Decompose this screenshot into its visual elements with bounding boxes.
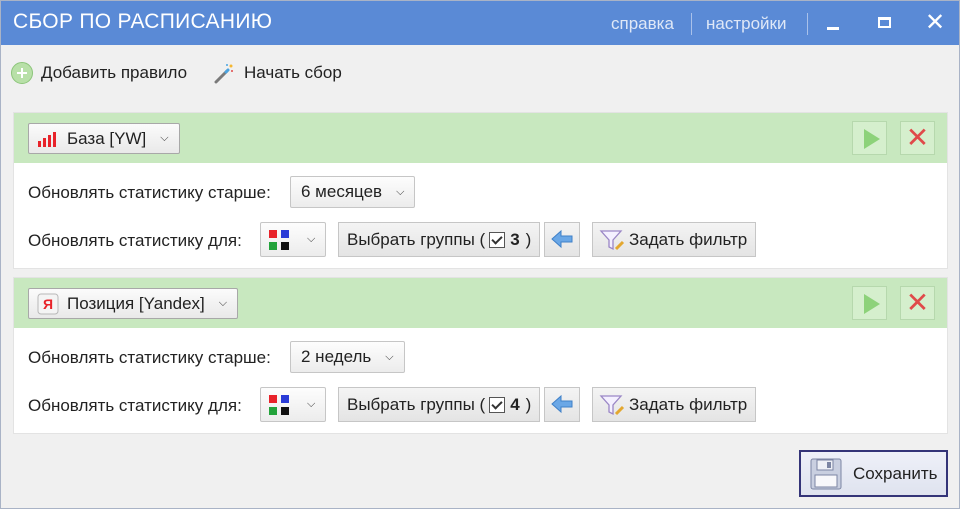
- rule-header: База [YW] ⌵ ✕: [14, 113, 947, 163]
- close-button[interactable]: ✕: [921, 9, 949, 37]
- start-collect-button[interactable]: Начать сбор: [213, 62, 342, 84]
- window-title: СБОР ПО РАСПИСАНИЮ: [13, 10, 273, 33]
- period-value: 6 месяцев: [301, 182, 383, 201]
- toolbar: Добавить правило Начать сбор: [1, 45, 959, 101]
- chevron-down-icon: ⌵: [385, 350, 394, 363]
- delete-rule-button[interactable]: ✕: [900, 286, 935, 320]
- groups-close: ): [525, 394, 532, 414]
- chevron-down-icon: ⌵: [160, 132, 169, 144]
- delete-icon: ✕: [905, 122, 930, 153]
- select-groups-button[interactable]: Выбрать группы ( 4 ): [338, 387, 541, 422]
- run-rule-button[interactable]: [852, 286, 887, 320]
- for-label: Обновлять статистику для:: [28, 231, 242, 250]
- bar-chart-icon: [38, 131, 56, 147]
- source-select[interactable]: База [YW] ⌵: [28, 123, 180, 154]
- minimize-icon: [827, 27, 839, 30]
- set-filter-label: Задать фильтр: [629, 229, 748, 249]
- chevron-down-icon: ⌵: [396, 185, 405, 198]
- source-label: База [YW]: [67, 128, 147, 148]
- period-select[interactable]: 2 недель ⌵: [290, 341, 405, 373]
- older-row: Обновлять статистику старше:: [28, 183, 271, 203]
- chevron-down-icon: ⌵: [218, 297, 228, 309]
- for-row: Обновлять статистику для:: [28, 231, 242, 251]
- select-groups-label: Выбрать группы (: [347, 394, 486, 414]
- chevron-down-icon: ⌵: [307, 233, 316, 245]
- save-button[interactable]: Сохранить: [799, 450, 948, 497]
- yandex-icon: Я: [37, 293, 59, 314]
- start-collect-label: Начать сбор: [244, 63, 342, 82]
- older-label: Обновлять статистику старше:: [28, 348, 271, 367]
- arrow-left-icon: [551, 394, 573, 414]
- checkbox-icon: [489, 231, 506, 248]
- select-groups-label: Выбрать группы (: [347, 229, 486, 249]
- for-label: Обновлять статистику для:: [28, 396, 242, 415]
- rule-panel: Я Позиция [Yandex] ⌵ ✕ Обновлять статист…: [13, 277, 948, 434]
- groups-count: 4: [510, 394, 520, 414]
- add-rule-label: Добавить правило: [41, 63, 188, 82]
- run-rule-button[interactable]: [852, 121, 887, 155]
- rule-panel: База [YW] ⌵ ✕ Обновлять статистику старш…: [13, 112, 948, 269]
- plus-circle-icon: [11, 62, 33, 84]
- groups-close: ): [525, 229, 532, 249]
- color-select[interactable]: ⌵: [260, 222, 326, 257]
- title-separator: [691, 13, 692, 35]
- floppy-disk-icon: [810, 458, 842, 489]
- play-icon: [864, 294, 880, 314]
- close-icon: ✕: [924, 9, 946, 36]
- maximize-button[interactable]: [870, 9, 898, 37]
- period-value: 2 недель: [301, 347, 372, 366]
- set-filter-label: Задать фильтр: [629, 394, 748, 414]
- magic-wand-icon: [214, 64, 233, 84]
- minimize-button[interactable]: [819, 9, 847, 37]
- source-label: Позиция [Yandex]: [67, 293, 205, 313]
- maximize-icon: [878, 17, 891, 28]
- groups-count: 3: [510, 229, 520, 249]
- delete-icon: ✕: [905, 287, 930, 318]
- filter-icon: [599, 229, 625, 250]
- color-grid-icon: [269, 395, 291, 417]
- clear-groups-button[interactable]: [544, 387, 580, 422]
- checkbox-icon: [489, 396, 506, 413]
- set-filter-button[interactable]: Задать фильтр: [592, 387, 757, 422]
- play-icon: [864, 129, 880, 149]
- set-filter-button[interactable]: Задать фильтр: [592, 222, 757, 257]
- select-groups-button[interactable]: Выбрать группы ( 3 ): [338, 222, 541, 257]
- for-row: Обновлять статистику для:: [28, 396, 242, 416]
- add-rule-button[interactable]: Добавить правило: [11, 62, 187, 84]
- period-select[interactable]: 6 месяцев ⌵: [290, 176, 416, 208]
- settings-link[interactable]: настройки: [706, 14, 786, 34]
- delete-rule-button[interactable]: ✕: [900, 121, 935, 155]
- title-bar: СБОР ПО РАСПИСАНИЮ справка настройки ✕: [1, 1, 959, 45]
- arrow-left-icon: [551, 229, 573, 249]
- chevron-down-icon: ⌵: [307, 398, 316, 410]
- older-row: Обновлять статистику старше:: [28, 348, 271, 368]
- rule-header: Я Позиция [Yandex] ⌵ ✕: [14, 278, 947, 328]
- schedule-window: СБОР ПО РАСПИСАНИЮ справка настройки ✕ Д…: [0, 0, 960, 509]
- title-separator: [807, 13, 808, 35]
- clear-groups-button[interactable]: [544, 222, 580, 257]
- older-label: Обновлять статистику старше:: [28, 183, 271, 202]
- save-label: Сохранить: [853, 463, 938, 483]
- filter-icon: [599, 394, 625, 415]
- color-grid-icon: [269, 230, 291, 252]
- source-select[interactable]: Я Позиция [Yandex] ⌵: [28, 288, 239, 319]
- help-link[interactable]: справка: [611, 14, 674, 34]
- svg-text:Я: Я: [43, 296, 53, 312]
- color-select[interactable]: ⌵: [260, 387, 326, 422]
